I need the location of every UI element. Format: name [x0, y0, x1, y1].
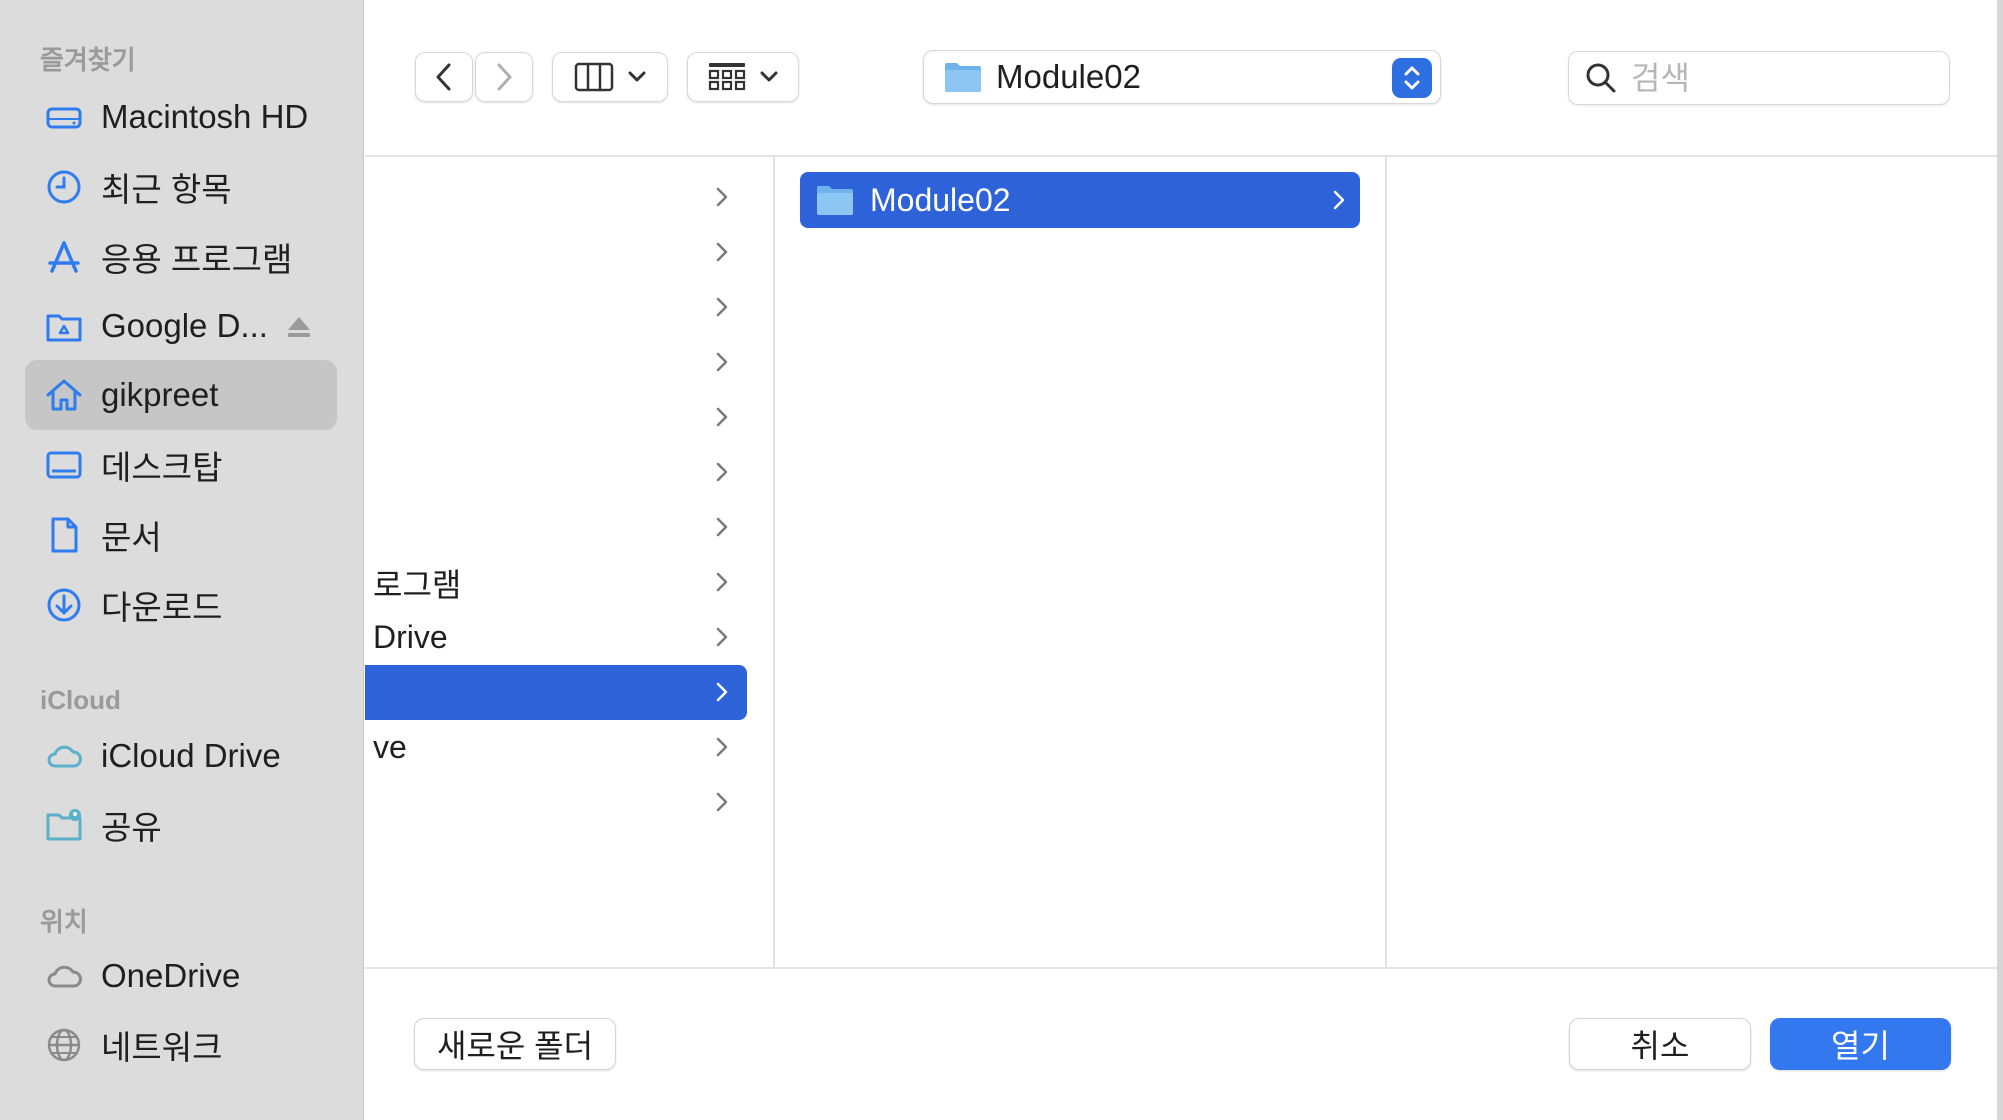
- globe-icon: [43, 1024, 85, 1066]
- desktop-icon: [43, 444, 85, 486]
- download-icon: [43, 584, 85, 626]
- chevron-right-icon: [716, 352, 728, 372]
- sidebar-item-shared[interactable]: 공유: [25, 790, 337, 860]
- sidebar-item-label: OneDrive: [101, 957, 241, 994]
- chevron-right-icon: [716, 737, 728, 757]
- sidebar-item-applications[interactable]: 응용 프로그램: [25, 222, 337, 292]
- sidebar-item-label: 다운로드: [101, 589, 223, 626]
- chevron-right-icon: [716, 572, 728, 592]
- list-item[interactable]: [365, 225, 747, 280]
- column-divider: [773, 156, 775, 968]
- list-item[interactable]: [365, 390, 747, 445]
- sidebar-item-label: 데스크탑: [101, 449, 223, 486]
- folder-icon: [817, 186, 853, 215]
- list-item[interactable]: ve: [365, 720, 747, 775]
- cloud-icon: [43, 955, 85, 997]
- footer-divider: [365, 967, 1997, 969]
- sidebar-item-label: 최근 항목: [101, 171, 232, 208]
- icloud-header: iCloud: [40, 685, 121, 715]
- sidebar-item-label: iCloud Drive: [101, 737, 281, 774]
- sidebar-item-onedrive[interactable]: OneDrive: [25, 941, 337, 1011]
- search-input[interactable]: [1631, 59, 1931, 97]
- chevron-left-icon: [436, 63, 451, 91]
- chevron-right-icon: [716, 792, 728, 812]
- list-item[interactable]: 로그램: [365, 555, 747, 610]
- window-edge: [1997, 0, 2003, 1120]
- sidebar-item-home[interactable]: gikpreet: [25, 360, 337, 430]
- columns-view-icon: [574, 62, 614, 92]
- file-browser: Module02 로그램 Driveve Module02 새로운 폴더 취소 …: [365, 0, 2003, 1120]
- favorites-header: 즐겨찾기: [40, 45, 136, 75]
- new-folder-button[interactable]: 새로운 폴더: [414, 1018, 616, 1070]
- chevron-right-icon: [716, 242, 728, 262]
- drive-icon: [43, 96, 85, 138]
- path-popup-button[interactable]: Module02: [923, 50, 1441, 104]
- cloud-icon: [43, 735, 85, 777]
- sidebar-item-icloud-drive[interactable]: iCloud Drive: [25, 721, 337, 791]
- sidebar-item-label: gikpreet: [101, 376, 219, 413]
- chevron-down-icon: [628, 71, 646, 82]
- shared-folder-icon: [43, 804, 85, 846]
- list-item-label: Module02: [870, 181, 1011, 218]
- folder-icon: [945, 63, 981, 92]
- chevron-right-icon: [716, 187, 728, 207]
- updown-stepper-icon: [1392, 58, 1432, 98]
- list-item-label: ve: [373, 729, 407, 765]
- sidebar-item-label: Macintosh HD: [101, 98, 309, 135]
- list-item-label: Drive: [373, 619, 448, 655]
- list-item-label: 로그램: [373, 566, 462, 603]
- chevron-right-icon: [716, 297, 728, 317]
- list-item-module02[interactable]: Module02: [800, 172, 1360, 228]
- sidebar-item-google-drive[interactable]: Google D...: [25, 291, 337, 361]
- sidebar-item-downloads[interactable]: 다운로드: [25, 570, 337, 640]
- list-item[interactable]: [365, 335, 747, 390]
- list-item[interactable]: [365, 665, 747, 720]
- chevron-right-icon: [497, 63, 512, 91]
- list-item[interactable]: Drive: [365, 610, 747, 665]
- sidebar-item-label: 네트워크: [101, 1029, 223, 1066]
- chevron-right-icon: [716, 517, 728, 537]
- chevron-right-icon: [716, 627, 728, 647]
- grid-icon: [708, 63, 746, 91]
- home-icon: [43, 374, 85, 416]
- search-field[interactable]: [1568, 51, 1950, 105]
- eject-icon[interactable]: [285, 313, 313, 341]
- sidebar-item-documents[interactable]: 문서: [25, 500, 337, 570]
- sidebar-item-label: 문서: [101, 519, 162, 556]
- list-item[interactable]: [365, 500, 747, 555]
- list-item[interactable]: [365, 170, 747, 225]
- chevron-right-icon: [716, 462, 728, 482]
- search-icon: [1586, 63, 1616, 93]
- document-icon: [43, 514, 85, 556]
- list-item[interactable]: [365, 280, 747, 335]
- sidebar-item-label: 응용 프로그램: [101, 241, 293, 278]
- list-item[interactable]: [365, 445, 747, 500]
- group-button[interactable]: [687, 52, 799, 102]
- sidebar-item-desktop[interactable]: 데스크탑: [25, 430, 337, 500]
- sidebar-item-label: Google D...: [101, 307, 268, 344]
- path-popup-label: Module02: [996, 58, 1141, 95]
- clock-icon: [43, 166, 85, 208]
- sidebar-item-label: 공유: [101, 809, 162, 846]
- sidebar-item-recents[interactable]: 최근 항목: [25, 152, 337, 222]
- list-item[interactable]: [365, 775, 747, 830]
- chevron-down-icon: [760, 71, 778, 82]
- sidebar: 즐겨찾기 Macintosh HD 최근 항목 응용 프로그램 Google D…: [0, 0, 364, 1120]
- toolbar-divider: [365, 155, 1997, 157]
- back-button[interactable]: [415, 52, 473, 102]
- applications-icon: [43, 236, 85, 278]
- open-button[interactable]: 열기: [1770, 1018, 1951, 1070]
- chevron-right-icon: [716, 407, 728, 427]
- chevron-right-icon: [716, 682, 728, 702]
- view-mode-button[interactable]: [552, 52, 668, 102]
- cancel-button[interactable]: 취소: [1569, 1018, 1751, 1070]
- chevron-right-icon: [1333, 190, 1345, 210]
- sidebar-item-macintosh-hd[interactable]: Macintosh HD: [25, 82, 337, 152]
- column-divider: [1385, 156, 1387, 968]
- forward-button[interactable]: [475, 52, 533, 102]
- locations-header: 위치: [40, 907, 88, 937]
- sidebar-item-network[interactable]: 네트워크: [25, 1010, 337, 1080]
- google-drive-folder-icon: [43, 305, 85, 347]
